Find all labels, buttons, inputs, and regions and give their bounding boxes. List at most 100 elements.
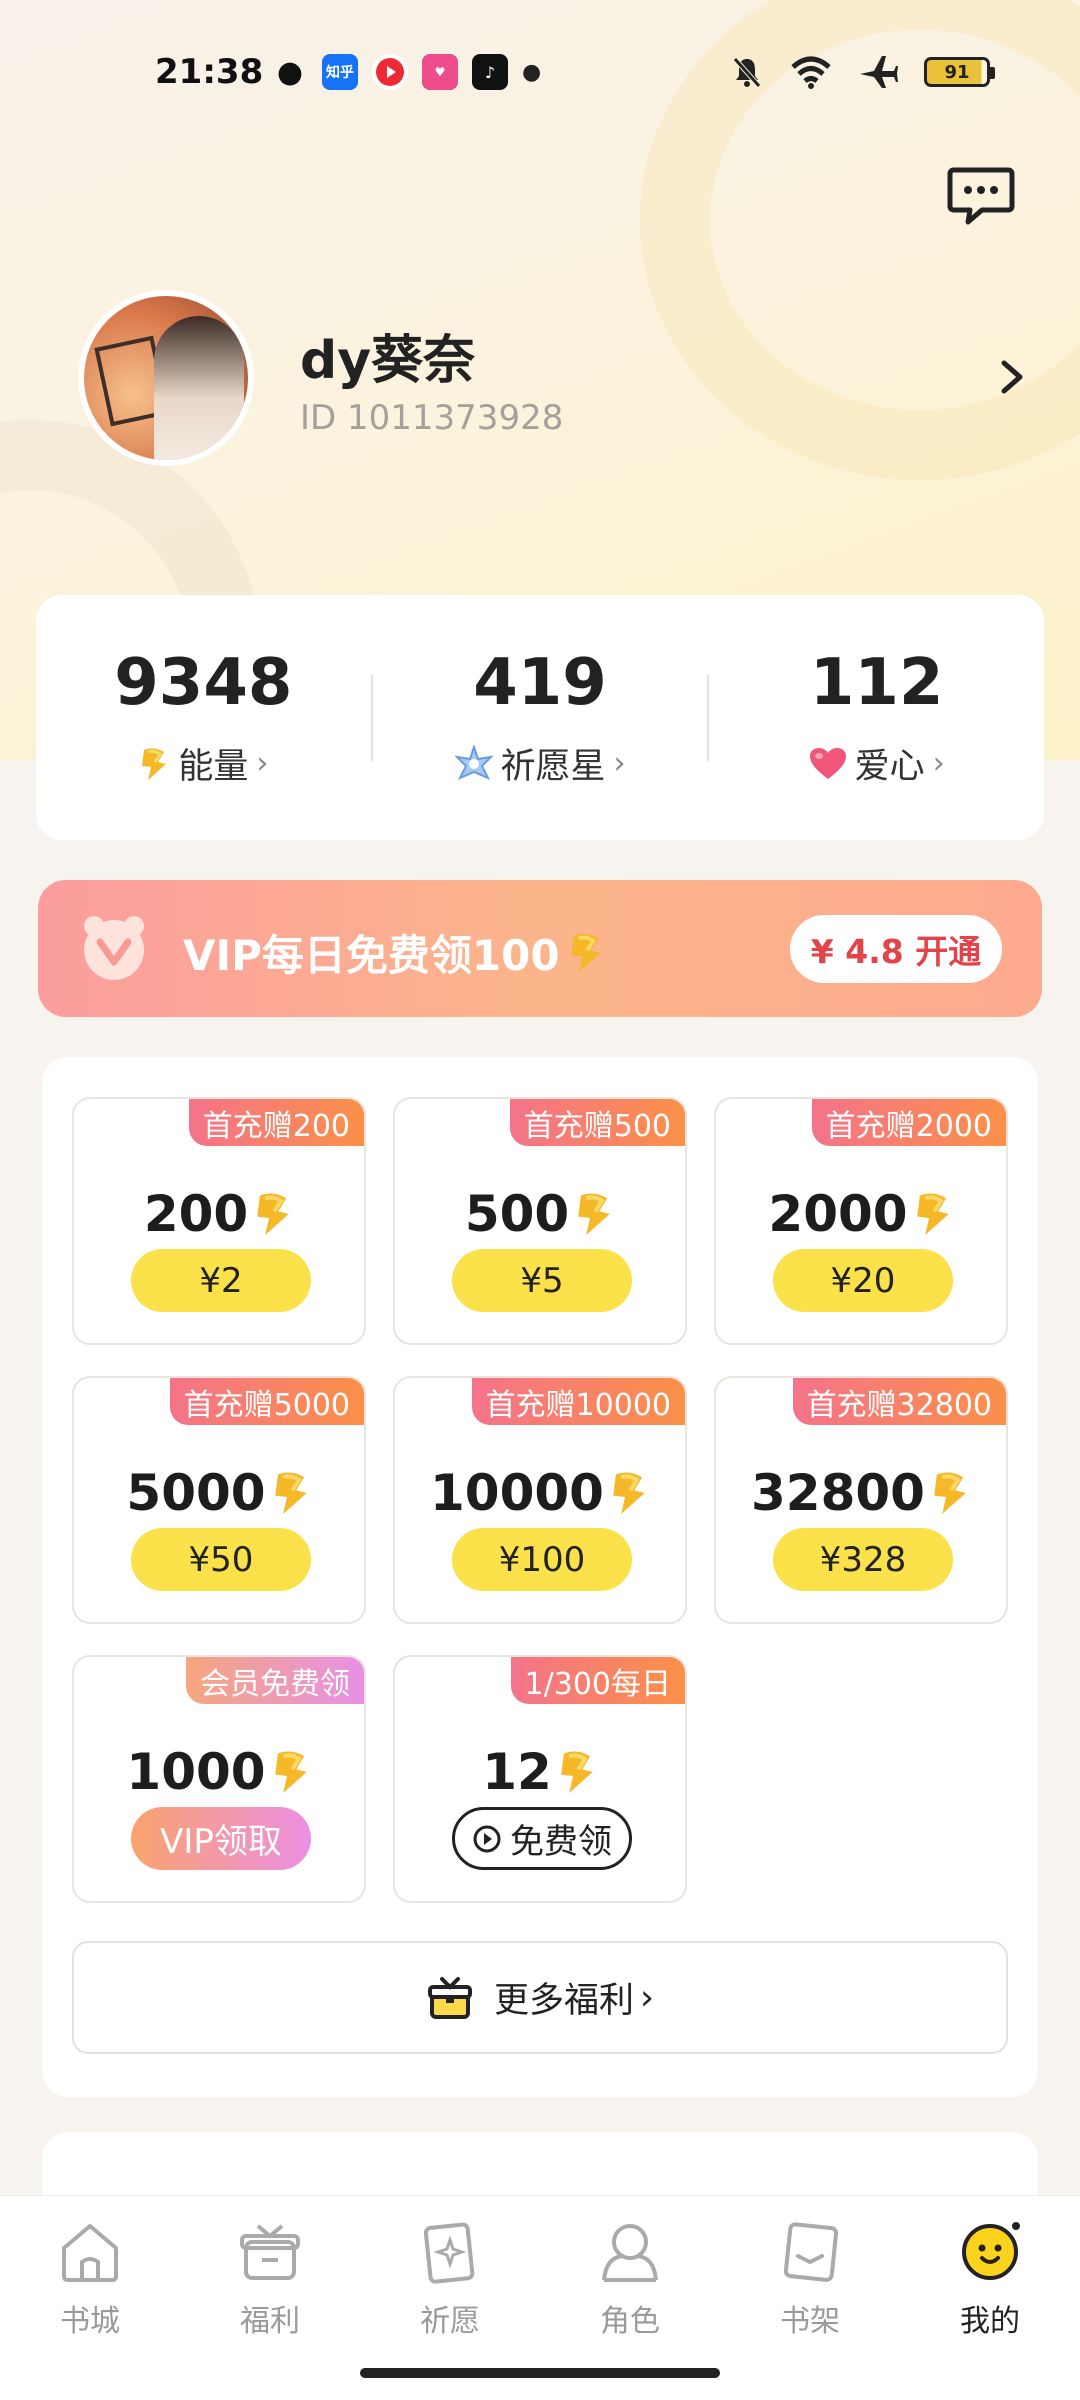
vip-claim-button[interactable]: VIP领取 [131, 1807, 311, 1870]
battery-level: 91 [944, 61, 970, 83]
stat-energy[interactable]: 9348 能量 › [36, 595, 371, 840]
status-bar: 21:38 ● 知乎 ♥ ♪ ● 91 [0, 40, 1080, 104]
stat-label: 祈愿星 [500, 747, 606, 787]
stat-value: 419 [473, 646, 607, 720]
energy-icon [916, 1193, 949, 1235]
package-card[interactable]: 首充赠2000 2000 ¥20 [714, 1097, 1008, 1345]
more-notifications-dot: ● [522, 59, 542, 85]
airplane-icon [860, 56, 898, 88]
package-tag: 会员免费领 [186, 1657, 364, 1704]
price-button[interactable]: ¥50 [131, 1528, 311, 1591]
package-card[interactable]: 首充赠200 200 ¥2 [72, 1097, 366, 1345]
package-card[interactable]: 首充赠500 500 ¥5 [393, 1097, 687, 1345]
bookshelf-icon [783, 2222, 839, 2282]
energy-icon [142, 747, 167, 780]
stat-wish-star[interactable]: 419 祈愿星 › [373, 595, 708, 840]
package-tag: 首充赠32800 [792, 1378, 1006, 1425]
vip-banner[interactable]: VIP每日免费领100 ¥ 4.8 开通 [38, 880, 1042, 1017]
chevron-right-icon: › [932, 746, 945, 781]
character-icon [602, 2224, 658, 2282]
tab-welfare[interactable]: 福利 [180, 2196, 360, 2400]
mascot-icon [962, 2222, 1020, 2280]
wifi-icon [791, 56, 831, 89]
stat-label: 能量 [178, 747, 249, 787]
status-right: 91 [730, 54, 995, 90]
tab-label: 福利 [240, 2304, 300, 2339]
chevron-right-icon[interactable] [992, 355, 1032, 399]
package-tag: 1/300每日 [510, 1657, 685, 1704]
notification-icons: ● 知乎 ♥ ♪ ● [272, 54, 541, 90]
price-button[interactable]: ¥328 [773, 1528, 953, 1591]
package-tag: 首充赠500 [509, 1099, 685, 1146]
package-tag: 首充赠10000 [471, 1378, 685, 1425]
package-card[interactable]: 首充赠10000 10000 ¥100 [393, 1376, 687, 1624]
video-icon [372, 54, 408, 90]
home-indicator[interactable] [360, 2368, 720, 2378]
price-button[interactable]: ¥20 [773, 1249, 953, 1312]
home-icon [62, 2224, 118, 2282]
tab-label: 祈愿 [420, 2304, 480, 2339]
energy-icon [257, 1193, 289, 1235]
stat-value: 9348 [114, 646, 293, 720]
mute-icon [733, 57, 761, 88]
vip-badge-icon [84, 916, 144, 980]
wechat-icon: ● [276, 54, 304, 90]
energy-icon [613, 1472, 645, 1514]
package-tag: 首充赠200 [188, 1099, 364, 1146]
tab-mine[interactable]: 我的 [900, 2196, 1080, 2400]
recharge-panel: 首充赠200 200 ¥2 首充赠500 500 ¥5 首充赠2000 2000… [42, 1057, 1038, 2097]
package-card[interactable]: 首充赠32800 32800 ¥328 [714, 1376, 1008, 1624]
tab-label: 角色 [600, 2304, 660, 2339]
price-button[interactable]: ¥2 [131, 1249, 311, 1312]
stat-heart[interactable]: 112 爱心 › [709, 595, 1044, 840]
tiktok-icon: ♪ [472, 54, 508, 90]
tab-bookstore[interactable]: 书城 [0, 2196, 180, 2400]
tab-label: 我的 [960, 2304, 1020, 2339]
price-button[interactable]: ¥5 [452, 1249, 632, 1312]
avatar-figure [154, 316, 244, 460]
chevron-right-icon: › [256, 746, 269, 781]
zhihu-icon: 知乎 [322, 54, 358, 90]
package-tag: 首充赠5000 [169, 1378, 364, 1425]
gift-icon [240, 2224, 300, 2280]
gift-icon [427, 1976, 472, 2019]
package-amount: 10000 [430, 1464, 604, 1522]
app-icon: ♥ [422, 54, 458, 90]
energy-icon [561, 1751, 593, 1793]
bottom-tab-bar: 书城 福利 祈愿 角色 书架 我的 [0, 2195, 1080, 2400]
package-amount: 32800 [751, 1464, 925, 1522]
user-id: ID 1011373928 [300, 398, 564, 438]
energy-icon [570, 933, 601, 973]
more-welfare-button[interactable]: 更多福利 › [72, 1941, 1008, 2054]
tab-bookshelf[interactable]: 书架 [720, 2196, 900, 2400]
nickname: dy葵奈 [300, 331, 476, 391]
tab-label: 书架 [780, 2304, 840, 2339]
wish-card-icon [423, 2222, 475, 2284]
package-card-free[interactable]: 1/300每日 12 免费领 [393, 1655, 687, 1903]
status-time: 21:38 [155, 52, 264, 92]
chevron-right-icon: › [640, 1977, 654, 2018]
price-button[interactable]: ¥100 [452, 1528, 632, 1591]
battery-indicator: 91 [924, 57, 995, 87]
chevron-right-icon: › [613, 746, 626, 781]
package-amount: 2000 [768, 1185, 908, 1243]
energy-icon [274, 1472, 307, 1514]
package-amount: 12 [482, 1743, 552, 1801]
vip-open-button[interactable]: ¥ 4.8 开通 [790, 915, 1002, 983]
more-welfare-label: 更多福利 [493, 1981, 634, 2021]
package-card[interactable]: 首充赠5000 5000 ¥50 [72, 1376, 366, 1624]
energy-icon [934, 1472, 966, 1514]
vip-text: VIP每日免费领100 [183, 931, 560, 980]
package-amount: 5000 [126, 1464, 266, 1522]
stat-label: 爱心 [854, 747, 925, 787]
energy-icon [578, 1193, 610, 1235]
stat-value: 112 [809, 646, 944, 720]
package-amount: 1000 [126, 1743, 266, 1801]
avatar[interactable] [78, 290, 254, 466]
message-icon[interactable] [946, 160, 1016, 230]
package-card-vip[interactable]: 会员免费领 1000 VIP领取 [72, 1655, 366, 1903]
stats-card: 9348 能量 › 419 祈愿星 › 112 爱心 › [36, 595, 1044, 840]
free-claim-button[interactable]: 免费领 [452, 1807, 632, 1870]
play-icon [473, 1825, 501, 1852]
package-tag: 首充赠2000 [811, 1099, 1006, 1146]
